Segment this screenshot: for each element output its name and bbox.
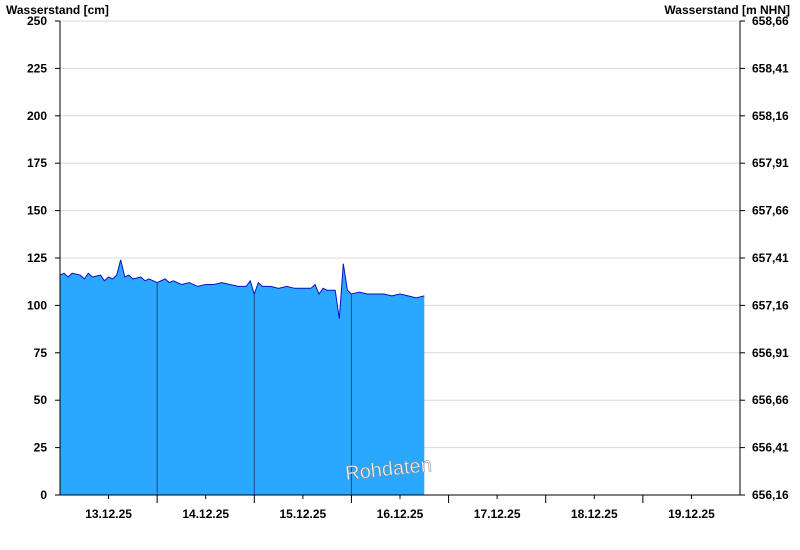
- left-tick-label-4: 100: [27, 298, 47, 312]
- x-tick-label-4: 17.12.25: [474, 507, 521, 521]
- right-tick-label-0: 656,16: [752, 488, 789, 502]
- left-tick-label-5: 125: [27, 251, 47, 265]
- water-level-chart: 0 656,16 25 656,41 50 656,66 75 656,91 100 657,16…: [27, 14, 789, 521]
- left-tick-label-8: 200: [27, 109, 47, 123]
- left-tick-label-2: 50: [34, 393, 48, 407]
- left-tick-label-1: 25: [34, 441, 48, 455]
- right-tick-label-9: 658,41: [752, 61, 789, 75]
- x-tick-label-2: 15.12.25: [279, 507, 326, 521]
- right-tick-label-8: 658,16: [752, 109, 789, 123]
- x-tick-label-0: 13.12.25: [85, 507, 132, 521]
- right-tick-label-1: 656,41: [752, 441, 789, 455]
- left-tick-label-0: 0: [40, 488, 47, 502]
- left-tick-label-3: 75: [34, 346, 48, 360]
- left-tick-label-10: 250: [27, 14, 47, 28]
- right-tick-label-4: 657,16: [752, 298, 789, 312]
- right-tick-label-10: 658,66: [752, 14, 789, 28]
- left-tick-label-6: 150: [27, 204, 47, 218]
- right-tick-label-3: 656,91: [752, 346, 789, 360]
- x-tick-label-3: 16.12.25: [377, 507, 424, 521]
- x-tick-label-5: 18.12.25: [571, 507, 618, 521]
- right-tick-label-7: 657,91: [752, 156, 789, 170]
- x-tick-label-6: 19.12.25: [668, 507, 715, 521]
- x-tick-label-1: 14.12.25: [182, 507, 229, 521]
- right-tick-label-2: 656,66: [752, 393, 789, 407]
- left-tick-label-7: 175: [27, 156, 47, 170]
- left-tick-label-9: 225: [27, 61, 47, 75]
- right-tick-label-6: 657,66: [752, 204, 789, 218]
- right-tick-label-5: 657,41: [752, 251, 789, 265]
